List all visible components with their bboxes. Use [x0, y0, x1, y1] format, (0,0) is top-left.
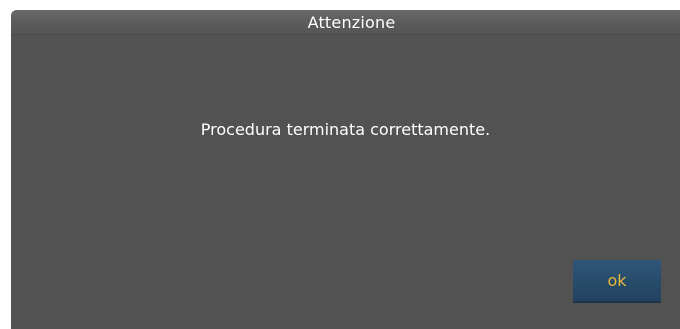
dialog-message: Procedura terminata correttamente. [200, 120, 491, 139]
dialog-title: Attenzione [307, 12, 396, 32]
ok-button[interactable]: ok [573, 260, 661, 303]
ok-button-label: ok [607, 271, 627, 290]
dialog-titlebar: Attenzione [11, 10, 680, 35]
alert-dialog: Attenzione Procedura terminata correttam… [11, 10, 680, 329]
